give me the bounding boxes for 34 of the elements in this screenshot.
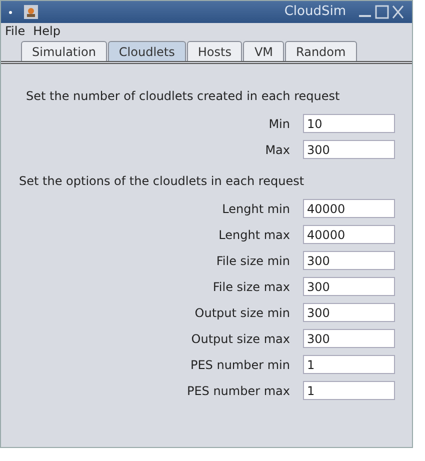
field-label: Max [265, 142, 290, 158]
input-field[interactable]: 10 [303, 114, 395, 133]
field-label: Lenght max [218, 226, 290, 244]
field-label: PES number min [190, 356, 290, 374]
input-field[interactable]: 40000 [303, 199, 395, 218]
field-label: Lenght min [222, 200, 290, 218]
input-field[interactable]: 300 [303, 140, 395, 159]
input-field[interactable]: 1 [303, 355, 395, 374]
section-heading: Set the number of cloudlets created in each request [25, 88, 341, 105]
tab[interactable]: Cloudlets [108, 41, 186, 61]
field-label: File size max [212, 278, 290, 296]
input-field[interactable]: 300 [303, 329, 395, 348]
input-field[interactable]: 300 [303, 277, 395, 296]
tab[interactable]: Hosts [186, 41, 242, 61]
field-label: Min [268, 116, 290, 132]
section-heading: Set the options of the cloudlets in each request [18, 173, 306, 190]
input-field[interactable]: 1 [303, 381, 395, 400]
tab[interactable]: Simulation [21, 41, 107, 61]
close-icon[interactable] [392, 5, 404, 19]
tab[interactable]: Random [285, 41, 357, 61]
menu-item[interactable]: Help [33, 22, 60, 40]
window-menu-icon[interactable] [9, 10, 12, 14]
input-field[interactable]: 300 [303, 303, 395, 322]
window-title: CloudSim [284, 3, 346, 22]
field-label: Output size min [194, 304, 290, 322]
maximize-icon[interactable] [375, 5, 389, 19]
field-label: PES number max [186, 382, 290, 400]
input-field[interactable]: 300 [303, 251, 395, 270]
app-icon[interactable] [24, 5, 38, 19]
menu-item[interactable]: File [5, 22, 26, 40]
input-field[interactable]: 40000 [303, 225, 395, 244]
field-label: File size min [216, 252, 290, 270]
tab[interactable]: VM [243, 41, 284, 61]
field-label: Output size max [191, 330, 290, 348]
